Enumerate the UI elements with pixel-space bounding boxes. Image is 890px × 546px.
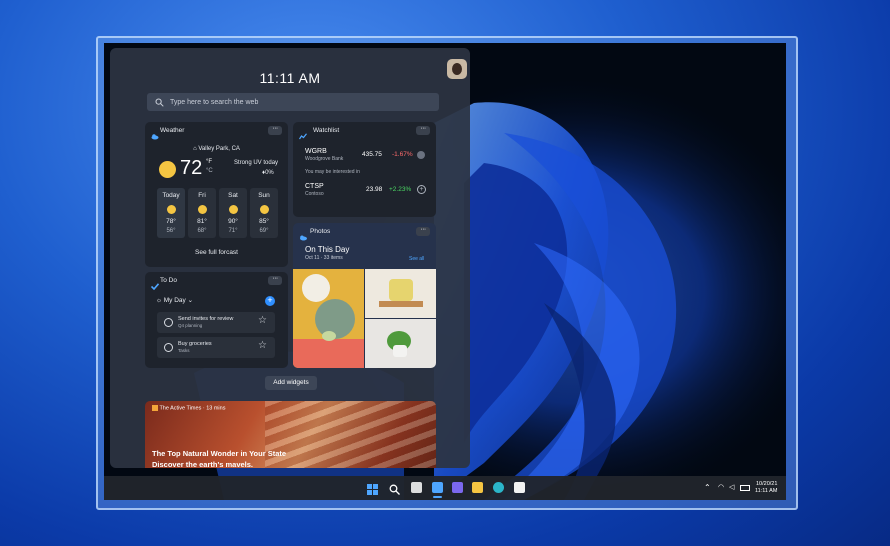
stock-price: 23.98 xyxy=(366,186,383,193)
check-icon xyxy=(150,277,160,291)
forecast-day[interactable]: Sun 85° 69° xyxy=(250,188,278,238)
stock-company: Woodgrove Bank xyxy=(305,156,344,162)
complete-checkbox[interactable] xyxy=(164,318,173,327)
desktop-screen: 11:11 AM Type here to search the web Wea… xyxy=(104,43,786,500)
file-explorer-icon[interactable] xyxy=(472,482,483,493)
weather-location: Valley Park, CA xyxy=(198,146,240,152)
news-source-icon xyxy=(152,405,158,411)
sun-icon xyxy=(166,205,176,214)
stock-symbol: CTSP xyxy=(305,183,324,190)
more-options-button[interactable]: ··· xyxy=(416,226,430,236)
star-icon[interactable]: ☆ xyxy=(258,341,267,351)
todo-widget[interactable]: To Do ··· ☼ My Day ⌄ + Send invites for … xyxy=(145,272,288,368)
news-headline[interactable]: The Top Natural Wonder in Your State xyxy=(152,449,286,458)
sun-outline-icon: ☼ xyxy=(156,297,164,304)
list-item[interactable]: Send invites for review Q4 planning ☆ xyxy=(157,312,275,333)
forecast-day[interactable]: Today 78° 56° xyxy=(157,188,185,238)
widget-title: To Do xyxy=(160,277,177,284)
photos-heading: On This Day xyxy=(305,245,350,254)
search-icon xyxy=(155,98,164,107)
photo-tile[interactable] xyxy=(365,269,436,318)
widget-title: Watchlist xyxy=(313,127,340,134)
cloud-icon xyxy=(151,127,159,140)
chevron-down-icon[interactable]: ⌄ xyxy=(188,297,193,304)
volume-icon[interactable]: ◁ xyxy=(729,483,734,491)
condition: Strong UV today xyxy=(234,160,279,166)
widgets-icon[interactable] xyxy=(432,482,443,493)
more-options-button[interactable]: ··· xyxy=(268,125,282,135)
complete-checkbox[interactable] xyxy=(164,343,173,352)
weather-widget[interactable]: Weather ··· ⌂ Valley Park, CA 72 °F °C S… xyxy=(145,122,288,267)
search-box[interactable]: Type here to search the web xyxy=(147,93,439,111)
sun-icon xyxy=(259,205,269,214)
widget-title: Photos xyxy=(310,228,331,235)
battery-icon[interactable] xyxy=(740,485,750,491)
see-full-forecast-link[interactable]: See full forcast xyxy=(145,249,288,256)
chart-icon xyxy=(299,127,307,140)
wifi-icon[interactable]: ◠ xyxy=(718,483,724,491)
taskbar-time[interactable]: 11:11 AM xyxy=(755,488,777,494)
chevron-up-icon[interactable]: ⌃ xyxy=(704,483,711,492)
more-options-button[interactable]: ··· xyxy=(416,125,430,135)
unit-c[interactable]: °C xyxy=(206,168,213,174)
active-indicator xyxy=(433,496,442,498)
see-all-link[interactable]: See all xyxy=(409,256,424,262)
list-item[interactable]: Buy groceries Tasks ☆ xyxy=(157,337,275,358)
edge-icon[interactable] xyxy=(493,482,504,493)
clock: 11:11 AM xyxy=(259,70,321,86)
unit-f[interactable]: °F xyxy=(206,159,212,165)
sun-icon xyxy=(197,205,207,214)
photos-date: Oct 11 · 33 items xyxy=(305,255,343,261)
stock-price: 435.75 xyxy=(362,151,382,158)
search-input[interactable]: Type here to search the web xyxy=(170,99,258,106)
forecast-day[interactable]: Fri 81° 68° xyxy=(188,188,216,238)
stock-symbol: WGRB xyxy=(305,148,327,155)
onedrive-icon xyxy=(299,228,307,241)
suggestion-label: You may be interested in xyxy=(305,169,360,175)
start-icon[interactable] xyxy=(367,482,378,495)
photos-widget[interactable]: Photos ··· On This Day Oct 11 · 33 items… xyxy=(293,223,436,368)
more-options-button[interactable]: ··· xyxy=(268,275,282,285)
news-source: The Active Times · 13 mins xyxy=(159,405,226,412)
store-icon[interactable] xyxy=(514,482,525,493)
stock-change: -1.67% xyxy=(392,151,413,158)
news-subheadline: Discover the earth's mavels. xyxy=(152,460,254,468)
temperature: 72 xyxy=(180,157,203,179)
stock-company: Contoso xyxy=(305,191,324,197)
watchlist-widget[interactable]: Watchlist ··· WGRB Woodgrove Bank 435.75… xyxy=(293,122,436,217)
stock-change: +2.23% xyxy=(389,186,412,193)
add-widgets-button[interactable]: Add widgets xyxy=(265,376,317,390)
chat-icon[interactable] xyxy=(452,482,463,493)
taskbar: ⌃ ◠ ◁ 10/20/21 11:11 AM xyxy=(104,476,786,500)
forecast-day[interactable]: Sat 90° 71° xyxy=(219,188,247,238)
sun-icon xyxy=(159,161,176,178)
widgets-panel: 11:11 AM Type here to search the web Wea… xyxy=(110,48,470,468)
add-stock-icon[interactable]: + xyxy=(417,185,426,194)
remove-stock-icon[interactable] xyxy=(417,151,425,159)
avatar[interactable] xyxy=(447,59,467,79)
task-view-icon[interactable] xyxy=(411,482,422,493)
widget-title: Weather xyxy=(160,127,185,134)
news-card[interactable]: The Active Times · 13 mins The Top Natur… xyxy=(145,401,436,468)
photo-tile[interactable] xyxy=(365,319,436,368)
precipitation: 0% xyxy=(265,170,274,176)
star-icon[interactable]: ☆ xyxy=(258,316,267,326)
search-icon[interactable] xyxy=(389,482,400,495)
sun-icon xyxy=(228,205,238,214)
add-task-button[interactable]: + xyxy=(265,296,275,306)
todo-list-name[interactable]: My Day xyxy=(164,297,186,304)
photo-tile[interactable] xyxy=(293,269,364,368)
taskbar-date[interactable]: 10/20/21 xyxy=(756,481,777,487)
